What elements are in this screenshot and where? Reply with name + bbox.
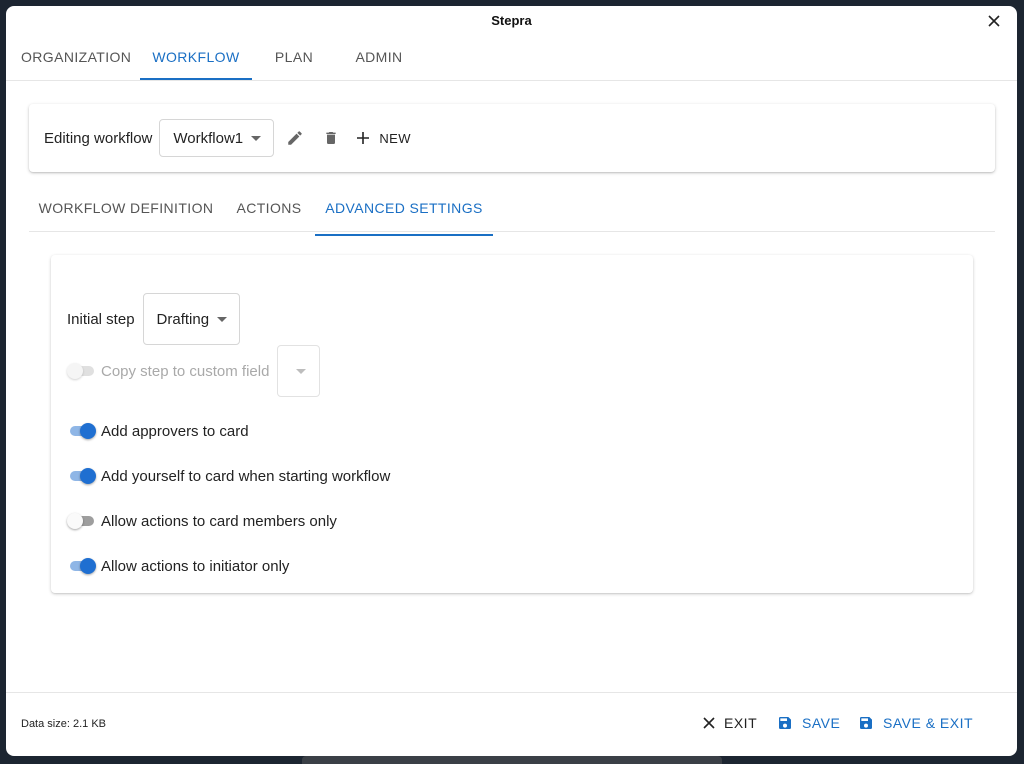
advanced-settings-panel: Initial step Drafting Copy step to custo… [51, 255, 973, 593]
chevron-down-icon [216, 317, 227, 322]
tab-actions[interactable]: ACTIONS [229, 192, 309, 224]
tab-workflow[interactable]: WORKFLOW [140, 36, 252, 80]
initiator-only-toggle[interactable] [67, 556, 97, 576]
copy-step-row: Copy step to custom field [67, 345, 321, 397]
close-icon [703, 717, 715, 729]
editing-workflow-label: Editing workflow [44, 129, 153, 147]
initial-step-label: Initial step [67, 310, 135, 328]
trash-icon [326, 132, 337, 144]
close-button[interactable] [985, 12, 1003, 30]
chevron-down-icon [296, 369, 307, 374]
tab-workflow-definition[interactable]: WORKFLOW DEFINITION [29, 192, 223, 224]
chevron-down-icon [251, 136, 262, 141]
save-button-label: SAVE [802, 715, 841, 731]
add-approvers-row: Add approvers to card [67, 421, 249, 441]
custom-field-select[interactable] [277, 345, 321, 397]
copy-step-label: Copy step to custom field [101, 362, 270, 380]
save-and-exit-button-label: SAVE & EXIT [883, 715, 974, 731]
add-yourself-row: Add yourself to card when starting workf… [67, 466, 390, 486]
pencil-icon [288, 131, 303, 145]
delete-workflow-button[interactable] [320, 127, 342, 149]
add-approvers-label: Add approvers to card [101, 422, 249, 440]
tab-organization[interactable]: ORGANIZATION [21, 36, 131, 78]
tab-admin[interactable]: ADMIN [350, 36, 408, 78]
initial-step-row: Initial step Drafting [67, 293, 240, 345]
title-bar: Stepra [6, 6, 1017, 36]
background-window-edge [302, 756, 722, 764]
settings-dialog: Stepra ORGANIZATION WORKFLOW PLAN ADMIN … [6, 6, 1017, 756]
add-yourself-toggle[interactable] [67, 466, 97, 486]
tab-advanced-settings[interactable]: ADVANCED SETTINGS [315, 192, 493, 236]
save-and-exit-button[interactable]: SAVE & EXIT [858, 715, 973, 731]
save-button[interactable]: SAVE [777, 715, 840, 731]
floppy-disk-icon [779, 717, 791, 729]
workflow-editor-bar: Editing workflow Workflow1 NEW [29, 104, 995, 172]
exit-button[interactable]: EXIT [703, 715, 757, 731]
workflow-select[interactable]: Workflow1 [159, 119, 275, 157]
new-workflow-button[interactable]: NEW [356, 131, 411, 146]
workflow-select-value: Workflow1 [173, 129, 244, 147]
data-size-text: Data size: 2.1 KB [21, 718, 106, 730]
dialog-footer: Data size: 2.1 KB EXIT SAVE SAVE & EXIT [6, 692, 1017, 756]
initial-step-select[interactable]: Drafting [142, 293, 240, 345]
dialog-title: Stepra [491, 13, 532, 28]
copy-step-toggle[interactable] [67, 361, 97, 381]
initiator-only-row: Allow actions to initiator only [67, 556, 289, 576]
card-members-only-label: Allow actions to card members only [101, 512, 337, 530]
initiator-only-label: Allow actions to initiator only [101, 557, 290, 575]
close-icon [988, 15, 1000, 27]
plus-icon [357, 132, 370, 144]
card-members-only-toggle[interactable] [67, 511, 97, 531]
initial-step-value: Drafting [156, 310, 210, 328]
floppy-disk-icon [860, 717, 872, 729]
new-button-label: NEW [379, 130, 411, 146]
tab-plan[interactable]: PLAN [268, 36, 320, 78]
edit-workflow-button[interactable] [284, 127, 306, 149]
card-members-only-row: Allow actions to card members only [67, 511, 337, 531]
workflow-sub-tabs: WORKFLOW DEFINITION ACTIONS ADVANCED SET… [29, 192, 995, 236]
add-approvers-toggle[interactable] [67, 421, 97, 441]
add-yourself-label: Add yourself to card when starting workf… [101, 467, 391, 485]
main-tabs: ORGANIZATION WORKFLOW PLAN ADMIN [6, 36, 1017, 81]
exit-button-label: EXIT [724, 715, 758, 731]
